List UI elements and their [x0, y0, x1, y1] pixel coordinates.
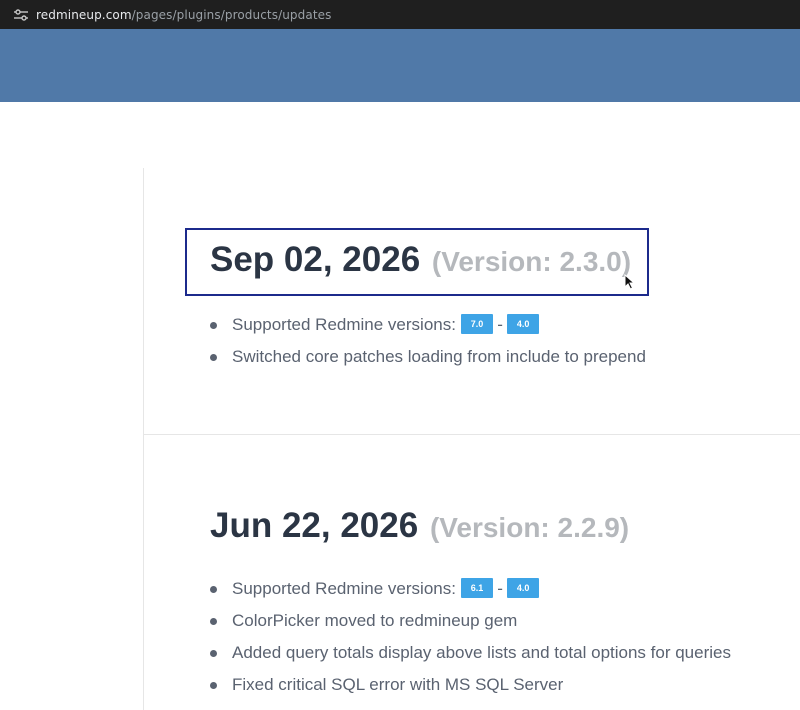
browser-address-bar[interactable]: redmineup.com/pages/plugins/products/upd… — [0, 0, 800, 29]
change-text: Added query totals display above lists a… — [232, 643, 731, 662]
change-text: Fixed critical SQL error with MS SQL Ser… — [232, 675, 564, 694]
release-changes: Supported Redmine versions: 7.0-4.0 Swit… — [210, 309, 800, 373]
list-item: Supported Redmine versions: 7.0-4.0 — [210, 309, 800, 341]
change-text: Supported Redmine versions: — [232, 315, 456, 334]
focus-outline — [185, 228, 649, 296]
bullet — [210, 650, 217, 657]
list-item: Switched core patches loading from inclu… — [210, 341, 800, 373]
release-date: Jun 22, 2026 — [210, 506, 419, 545]
bullet — [210, 618, 217, 625]
bullet — [210, 322, 217, 329]
content-left-border — [143, 168, 144, 710]
list-item: Supported Redmine versions: 6.1-4.0 — [210, 573, 800, 605]
list-item: Added query totals display above lists a… — [210, 637, 800, 669]
list-item: Fixed critical SQL error with MS SQL Ser… — [210, 669, 800, 701]
bullet — [210, 354, 217, 361]
range-dash: - — [497, 579, 503, 598]
change-text: Switched core patches loading from inclu… — [232, 347, 646, 366]
change-text: ColorPicker moved to redmineup gem — [232, 611, 518, 630]
bullet — [210, 586, 217, 593]
url-path: /pages/plugins/products/updates — [131, 7, 332, 22]
mouse-pointer-icon — [624, 274, 636, 290]
change-text: Supported Redmine versions: — [232, 579, 456, 598]
list-item: ColorPicker moved to redmineup gem — [210, 605, 800, 637]
url-host: redmineup.com — [36, 7, 132, 22]
release-heading: Jun 22, 2026 (Version: 2.2.9) — [210, 506, 790, 548]
release-changes: Supported Redmine versions: 6.1-4.0 Colo… — [210, 573, 800, 701]
release-version: (Version: 2.2.9) — [429, 512, 630, 543]
version-badge: 4.0 — [506, 577, 540, 598]
version-badge: 7.0 — [460, 313, 494, 334]
site-header — [0, 29, 800, 102]
range-dash: - — [497, 315, 503, 334]
section-divider — [143, 434, 800, 435]
version-badge: 6.1 — [460, 577, 494, 598]
url-text[interactable]: redmineup.com/pages/plugins/products/upd… — [36, 8, 331, 22]
bullet — [210, 682, 217, 689]
release-title: Jun 22, 2026 (Version: 2.2.9) — [210, 506, 790, 548]
version-badge: 4.0 — [506, 313, 540, 334]
tune-icon[interactable] — [14, 8, 28, 21]
